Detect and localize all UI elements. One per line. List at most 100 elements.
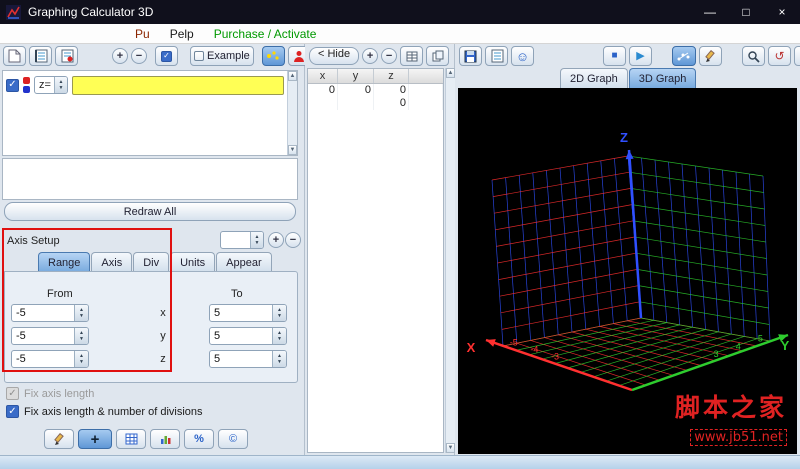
copy-table-button[interactable] bbox=[426, 46, 449, 66]
check-all-button[interactable]: ✓ bbox=[155, 46, 178, 66]
tab-appear[interactable]: Appear bbox=[216, 252, 271, 272]
fix-axis-length-option: ✓ Fix axis length bbox=[6, 387, 94, 400]
column-header-z[interactable]: z bbox=[374, 69, 409, 83]
add-equation-button[interactable]: + bbox=[112, 48, 128, 64]
axis-remove-button[interactable]: − bbox=[285, 232, 301, 248]
save-image-button[interactable] bbox=[459, 46, 482, 66]
stats-tool-button[interactable]: % bbox=[184, 429, 214, 449]
expression-scrollbar[interactable]: ▲ ▼ bbox=[287, 71, 297, 155]
expression-list: ✓ z= ▲▼ ▲ ▼ bbox=[2, 70, 298, 156]
column-header-filler bbox=[409, 69, 443, 83]
x-to-spinner[interactable]: 5▲▼ bbox=[209, 304, 287, 322]
menu-item-purchase-activate[interactable]: Purchase / Activate bbox=[214, 27, 317, 41]
person-icon bbox=[293, 50, 305, 63]
y-to-spinner[interactable]: 5▲▼ bbox=[209, 327, 287, 345]
fix-axis-length-checkbox[interactable]: ✓ bbox=[6, 387, 19, 400]
draw-tool-button[interactable] bbox=[699, 46, 722, 66]
axis-row-z: -5▲▼ z 5▲▼ bbox=[11, 350, 293, 368]
equation-type-select[interactable]: z= ▲▼ bbox=[34, 76, 68, 94]
notebook-icon bbox=[490, 49, 504, 63]
axis-letter-z: z bbox=[157, 353, 169, 365]
check-icon: ✓ bbox=[8, 407, 16, 417]
tab-units[interactable]: Units bbox=[170, 252, 215, 272]
rotate-left-button[interactable]: ↺ bbox=[768, 46, 791, 66]
save-notebook-button[interactable] bbox=[55, 46, 78, 66]
tab-div[interactable]: Div bbox=[133, 252, 169, 272]
remove-equation-button[interactable]: − bbox=[131, 48, 147, 64]
zoom-button[interactable] bbox=[742, 46, 765, 66]
stop-button[interactable]: ■ bbox=[603, 46, 626, 66]
expression-enabled-checkbox[interactable]: ✓ bbox=[6, 79, 19, 92]
equation-type-value: z= bbox=[35, 77, 54, 93]
cell-y[interactable]: 0 bbox=[338, 84, 374, 97]
points-table: x y z 0 0 0 0 bbox=[307, 68, 444, 453]
scroll-up-icon[interactable]: ▲ bbox=[446, 68, 455, 78]
highlight-button[interactable] bbox=[262, 46, 285, 66]
trace-tool-button[interactable] bbox=[672, 46, 696, 66]
column-header-x[interactable]: x bbox=[308, 69, 338, 83]
tab-2d-graph[interactable]: 2D Graph bbox=[560, 68, 628, 88]
table-options-button[interactable] bbox=[400, 46, 423, 66]
z-from-spinner[interactable]: -5▲▼ bbox=[11, 350, 89, 368]
tab-range[interactable]: Range bbox=[38, 252, 90, 272]
check-icon: ✓ bbox=[161, 51, 172, 62]
redraw-all-button[interactable]: Redraw All bbox=[4, 202, 296, 221]
svg-text:-5: -5 bbox=[510, 338, 518, 348]
remove-row-button[interactable]: − bbox=[381, 48, 397, 64]
table-scrollbar[interactable]: ▲ ▼ bbox=[445, 68, 455, 453]
open-notebook-button[interactable] bbox=[29, 46, 52, 66]
close-button[interactable]: × bbox=[764, 0, 800, 24]
cell-z[interactable]: 0 bbox=[374, 84, 409, 97]
cell-x[interactable] bbox=[308, 97, 338, 110]
about-button[interactable]: © bbox=[218, 429, 248, 449]
fix-axis-divisions-checkbox[interactable]: ✓ bbox=[6, 405, 19, 418]
hide-panel-button[interactable]: < Hide bbox=[309, 47, 359, 65]
column-header-y[interactable]: y bbox=[338, 69, 374, 83]
y-from-spinner[interactable]: -5▲▼ bbox=[11, 327, 89, 345]
notebook-button[interactable] bbox=[485, 46, 508, 66]
tab-3d-graph[interactable]: 3D Graph bbox=[629, 68, 697, 88]
play-button[interactable]: ▶ bbox=[629, 46, 652, 66]
maximize-button[interactable]: □ bbox=[728, 0, 764, 24]
new-document-button[interactable] bbox=[3, 46, 26, 66]
notebook-icon bbox=[34, 49, 48, 63]
menu-item-help[interactable]: Pelp bbox=[170, 27, 194, 41]
scroll-down-icon[interactable]: ▼ bbox=[446, 443, 455, 453]
bar-chart-icon bbox=[159, 433, 172, 445]
x-from-spinner[interactable]: -5▲▼ bbox=[11, 304, 89, 322]
graph-toolbar: ☺ ■ ▶ ↺ ↻ bbox=[459, 46, 800, 66]
add-row-button[interactable]: + bbox=[362, 48, 378, 64]
z-to-spinner[interactable]: 5▲▼ bbox=[209, 350, 287, 368]
expression-input[interactable] bbox=[72, 76, 284, 95]
minimize-button[interactable]: — bbox=[692, 0, 728, 24]
scroll-down-icon[interactable]: ▼ bbox=[288, 145, 297, 155]
tab-axis[interactable]: Axis bbox=[91, 252, 132, 272]
copyright-icon: © bbox=[229, 433, 237, 445]
cell-z[interactable]: 0 bbox=[374, 97, 409, 110]
rotate-right-button[interactable]: ↻ bbox=[794, 46, 800, 66]
axis-add-button[interactable]: + bbox=[268, 232, 284, 248]
watermark-text: 脚本之家 bbox=[675, 388, 787, 424]
stop-icon: ■ bbox=[611, 51, 617, 61]
menu-bar: Pu Pelp Purchase / Activate bbox=[0, 24, 800, 44]
table-icon bbox=[125, 433, 138, 445]
table-tool-button[interactable] bbox=[116, 429, 146, 449]
graph-3d-canvas[interactable]: XYZ-5-4-3345 脚本之家 www.jb51.net bbox=[458, 88, 797, 454]
spinner-arrows: ▲▼ bbox=[250, 232, 263, 248]
crosshair-tool-button[interactable]: + bbox=[78, 429, 112, 449]
axis-preset-select[interactable]: ▲▼ bbox=[220, 231, 264, 249]
pencil-tool-button[interactable] bbox=[44, 429, 74, 449]
chart-tool-button[interactable] bbox=[150, 429, 180, 449]
cell-y[interactable] bbox=[338, 97, 374, 110]
menu-item-pu[interactable]: Pu bbox=[135, 27, 150, 41]
equations-panel: + − ✓ Example ✓ z= bbox=[0, 44, 305, 455]
table-row: 0 0 0 bbox=[308, 84, 443, 97]
axis-setup-tabs: Range Axis Div Units Appear bbox=[38, 252, 273, 272]
scroll-up-icon[interactable]: ▲ bbox=[288, 71, 297, 81]
example-button[interactable]: Example bbox=[190, 46, 254, 66]
crosshair-icon: + bbox=[91, 431, 100, 448]
watermark-url: www.jb51.net bbox=[690, 429, 787, 446]
cell-x[interactable]: 0 bbox=[308, 84, 338, 97]
app-window: Graphing Calculator 3D — □ × Pu Pelp Pur… bbox=[0, 0, 800, 469]
smiley-button[interactable]: ☺ bbox=[511, 46, 534, 66]
